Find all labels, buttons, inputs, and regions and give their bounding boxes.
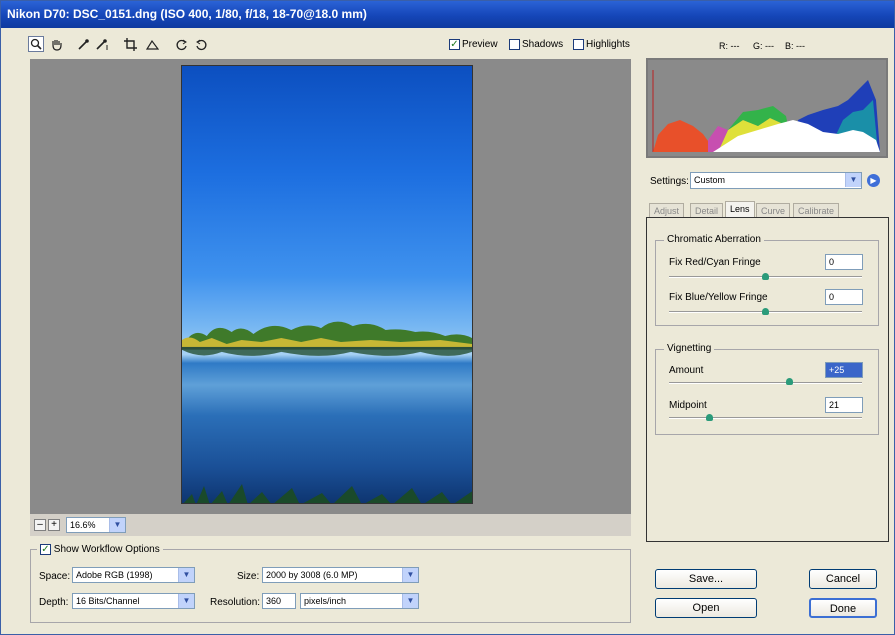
crop-tool-icon[interactable]: [122, 36, 138, 52]
resolution-field[interactable]: 360: [262, 593, 296, 609]
tab-lens[interactable]: Lens: [725, 201, 755, 217]
blue-yellow-field[interactable]: 0: [825, 289, 863, 305]
chevron-down-icon: ▼: [178, 568, 194, 582]
zoom-level-value: 16.6%: [70, 520, 96, 530]
vignetting-title: Vignetting: [664, 343, 715, 354]
settings-menu-icon[interactable]: ▶: [867, 174, 880, 187]
blue-yellow-slider-thumb[interactable]: [762, 308, 769, 315]
blue-yellow-label: Fix Blue/Yellow Fringe: [669, 292, 768, 303]
red-cyan-field[interactable]: 0: [825, 254, 863, 270]
highlights-checkbox[interactable]: [573, 39, 584, 50]
depth-label: Depth:: [39, 597, 69, 608]
grass-foreground: [183, 484, 472, 503]
space-dropdown[interactable]: Adobe RGB (1998) ▼: [72, 567, 195, 583]
zoom-level-dropdown[interactable]: 16.6% ▼: [66, 517, 126, 533]
save-button[interactable]: Save...: [655, 569, 757, 589]
red-cyan-label: Fix Red/Cyan Fringe: [669, 257, 761, 268]
size-value: 2000 by 3008 (6.0 MP): [266, 570, 358, 580]
done-button[interactable]: Done: [809, 598, 877, 618]
zoom-bar: – + 16.6% ▼: [30, 514, 631, 536]
amount-label: Amount: [669, 365, 704, 376]
tab-detail[interactable]: Detail: [690, 203, 724, 217]
chevron-down-icon: ▼: [109, 518, 125, 532]
midpoint-field[interactable]: 21: [825, 397, 863, 413]
red-cyan-slider-thumb[interactable]: [762, 273, 769, 280]
red-readout: R: ---: [719, 41, 740, 51]
tab-calibrate[interactable]: Calibrate: [793, 203, 840, 217]
lens-panel: Chromatic Aberration Fix Red/Cyan Fringe…: [646, 217, 889, 542]
show-workflow-header: ✓ Show Workflow Options: [37, 544, 163, 556]
size-label: Size:: [237, 571, 260, 582]
green-readout: G: ---: [753, 41, 774, 51]
open-button[interactable]: Open: [655, 598, 757, 618]
amount-field[interactable]: +25: [825, 362, 863, 378]
settings-value: Custom: [694, 175, 726, 185]
histogram-graph: [652, 70, 880, 152]
size-dropdown[interactable]: 2000 by 3008 (6.0 MP) ▼: [262, 567, 419, 583]
midpoint-slider-thumb[interactable]: [706, 414, 713, 421]
tab-curve[interactable]: Curve: [756, 203, 791, 217]
cancel-button[interactable]: Cancel: [809, 569, 877, 589]
resolution-label: Resolution:: [210, 597, 261, 608]
workflow-options-group: [30, 549, 631, 623]
zoom-in-button[interactable]: +: [48, 519, 60, 531]
settings-dropdown[interactable]: Custom ▼: [690, 172, 862, 189]
white-balance-tool-icon[interactable]: [75, 36, 91, 52]
show-workflow-checkbox[interactable]: ✓: [40, 544, 51, 555]
blue-readout: B: ---: [785, 41, 805, 51]
hand-tool-icon[interactable]: [48, 36, 64, 52]
color-sampler-tool-icon[interactable]: [94, 36, 110, 52]
settings-label: Settings:: [650, 176, 689, 187]
chromatic-aberration-title: Chromatic Aberration: [664, 234, 764, 245]
space-value: Adobe RGB (1998): [76, 570, 153, 580]
window-title: Nikon D70: DSC_0151.dng (ISO 400, 1/80, …: [1, 1, 894, 28]
histogram: [646, 58, 888, 158]
chevron-down-icon: ▼: [845, 173, 861, 187]
highlights-label: Highlights: [586, 39, 630, 50]
rotate-left-icon[interactable]: [173, 36, 189, 52]
straighten-tool-icon[interactable]: [144, 36, 160, 52]
preview-checkbox[interactable]: ✓: [449, 39, 460, 50]
midpoint-slider-track[interactable]: [669, 417, 862, 419]
image-preview-area[interactable]: [30, 59, 631, 514]
amount-slider-thumb[interactable]: [786, 378, 793, 385]
amount-slider-track[interactable]: [669, 382, 862, 384]
trees-reflection: [182, 321, 472, 356]
resolution-unit-value: pixels/inch: [304, 596, 347, 606]
zoom-tool-icon[interactable]: [28, 36, 44, 52]
depth-value: 16 Bits/Channel: [76, 596, 140, 606]
space-label: Space:: [39, 571, 71, 582]
shadows-checkbox[interactable]: [509, 39, 520, 50]
midpoint-label: Midpoint: [669, 400, 707, 411]
camera-raw-window: Nikon D70: DSC_0151.dng (ISO 400, 1/80, …: [0, 0, 895, 635]
resolution-unit-dropdown[interactable]: pixels/inch ▼: [300, 593, 419, 609]
shadows-label: Shadows: [522, 39, 564, 50]
tab-adjust[interactable]: Adjust: [649, 203, 685, 217]
photo-preview: [181, 65, 473, 504]
zoom-out-button[interactable]: –: [34, 519, 46, 531]
chevron-down-icon: ▼: [178, 594, 194, 608]
depth-dropdown[interactable]: 16 Bits/Channel ▼: [72, 593, 195, 609]
show-workflow-label: Show Workflow Options: [53, 544, 160, 555]
chevron-down-icon: ▼: [402, 568, 418, 582]
rotate-right-icon[interactable]: [193, 36, 209, 52]
preview-label: Preview: [462, 39, 498, 50]
chevron-down-icon: ▼: [402, 594, 418, 608]
